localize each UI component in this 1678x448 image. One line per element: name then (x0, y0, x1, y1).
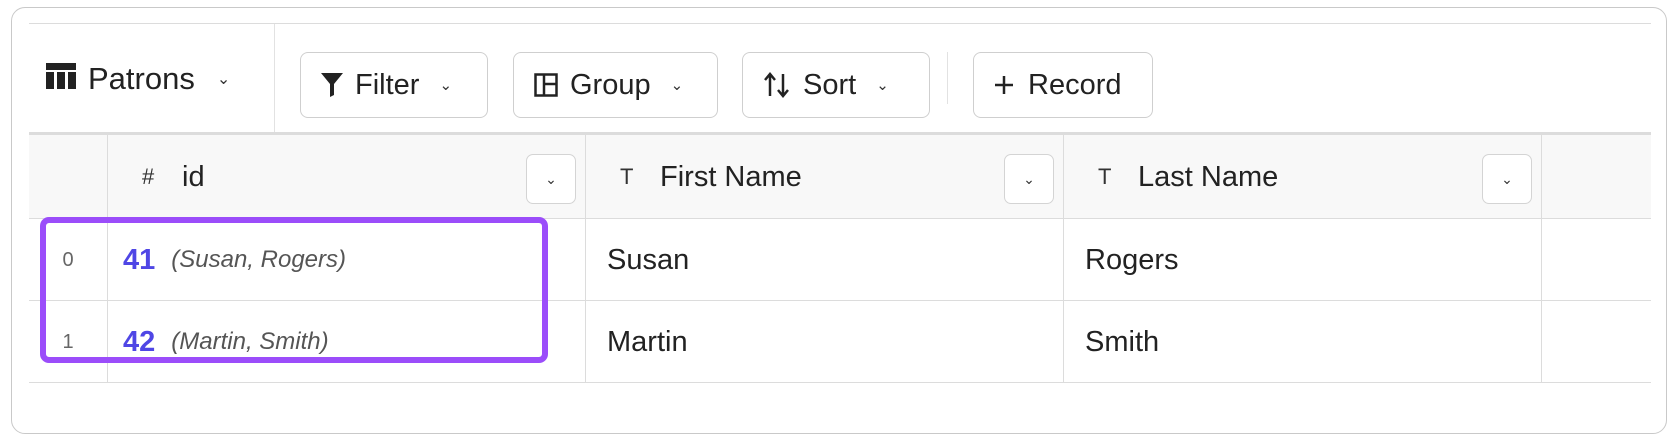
chevron-down-icon: ⌄ (876, 77, 889, 94)
table-selector[interactable]: Patrons ⌄ (46, 58, 230, 100)
chevron-down-icon: ⌄ (1501, 170, 1513, 187)
first-name-cell[interactable]: Martin (607, 301, 1067, 383)
table-icon (46, 61, 76, 97)
column-header-label: First Name (660, 160, 802, 193)
column-divider (1541, 135, 1542, 383)
text-type-icon: T (620, 164, 634, 189)
group-label: Group (570, 68, 651, 101)
record-link[interactable]: 42 (123, 326, 155, 359)
add-record-button[interactable]: Record (973, 52, 1153, 118)
last-name-cell[interactable]: Smith (1085, 301, 1545, 383)
sort-label: Sort (803, 68, 857, 101)
column-header-first-name[interactable]: T First Name (620, 135, 1020, 219)
toolbar-divider (947, 52, 948, 104)
table-card: Patrons ⌄ Filter ⌄ Group ⌄ Sort ⌄ Record… (11, 7, 1667, 434)
chevron-down-icon: ⌄ (545, 170, 557, 187)
id-cell[interactable]: 42 (Martin, Smith) (123, 301, 329, 383)
record-label: Record (1028, 68, 1122, 101)
chevron-down-icon: ⌄ (216, 71, 231, 88)
column-divider (107, 135, 108, 383)
table-name: Patrons (88, 61, 195, 96)
column-divider (585, 135, 586, 383)
toolbar-divider (274, 24, 275, 132)
filter-label: Filter (355, 68, 420, 101)
filter-icon (321, 73, 343, 97)
header-row: # id ⌄ T First Name ⌄ T Last Name ⌄ (29, 135, 1651, 219)
last-name-cell[interactable]: Rogers (1085, 219, 1545, 301)
filter-button[interactable]: Filter ⌄ (300, 52, 488, 118)
column-menu-button[interactable]: ⌄ (1004, 154, 1054, 204)
id-cell[interactable]: 41 (Susan, Rogers) (123, 219, 346, 301)
chevron-down-icon: ⌄ (439, 77, 453, 94)
column-header-label: Last Name (1138, 160, 1279, 193)
chevron-down-icon: ⌄ (670, 77, 684, 94)
column-menu-button[interactable]: ⌄ (526, 154, 576, 204)
sort-button[interactable]: Sort ⌄ (742, 52, 930, 118)
plus-icon (994, 75, 1014, 95)
column-menu-button[interactable]: ⌄ (1482, 154, 1532, 204)
record-link[interactable]: 41 (123, 244, 155, 277)
number-type-icon: # (142, 164, 155, 189)
row-number: 0 (62, 248, 74, 271)
row-number: 1 (62, 330, 74, 353)
group-button[interactable]: Group ⌄ (513, 52, 718, 118)
record-summary: (Martin, Smith) (171, 328, 329, 355)
sort-icon (763, 72, 791, 98)
toolbar: Patrons ⌄ Filter ⌄ Group ⌄ Sort ⌄ Record (12, 24, 1666, 132)
column-divider (1063, 135, 1064, 383)
column-header-last-name[interactable]: T Last Name (1098, 135, 1498, 219)
table-row: 0 41 (Susan, Rogers) Susan Rogers (29, 219, 1651, 301)
group-icon (534, 73, 558, 97)
table-row: 1 42 (Martin, Smith) Martin Smith (29, 301, 1651, 383)
chevron-down-icon: ⌄ (1023, 170, 1035, 187)
record-summary: (Susan, Rogers) (171, 246, 347, 273)
text-type-icon: T (1098, 164, 1112, 189)
column-header-id[interactable]: # id (142, 135, 542, 219)
column-header-label: id (182, 160, 205, 193)
first-name-cell[interactable]: Susan (607, 219, 1067, 301)
